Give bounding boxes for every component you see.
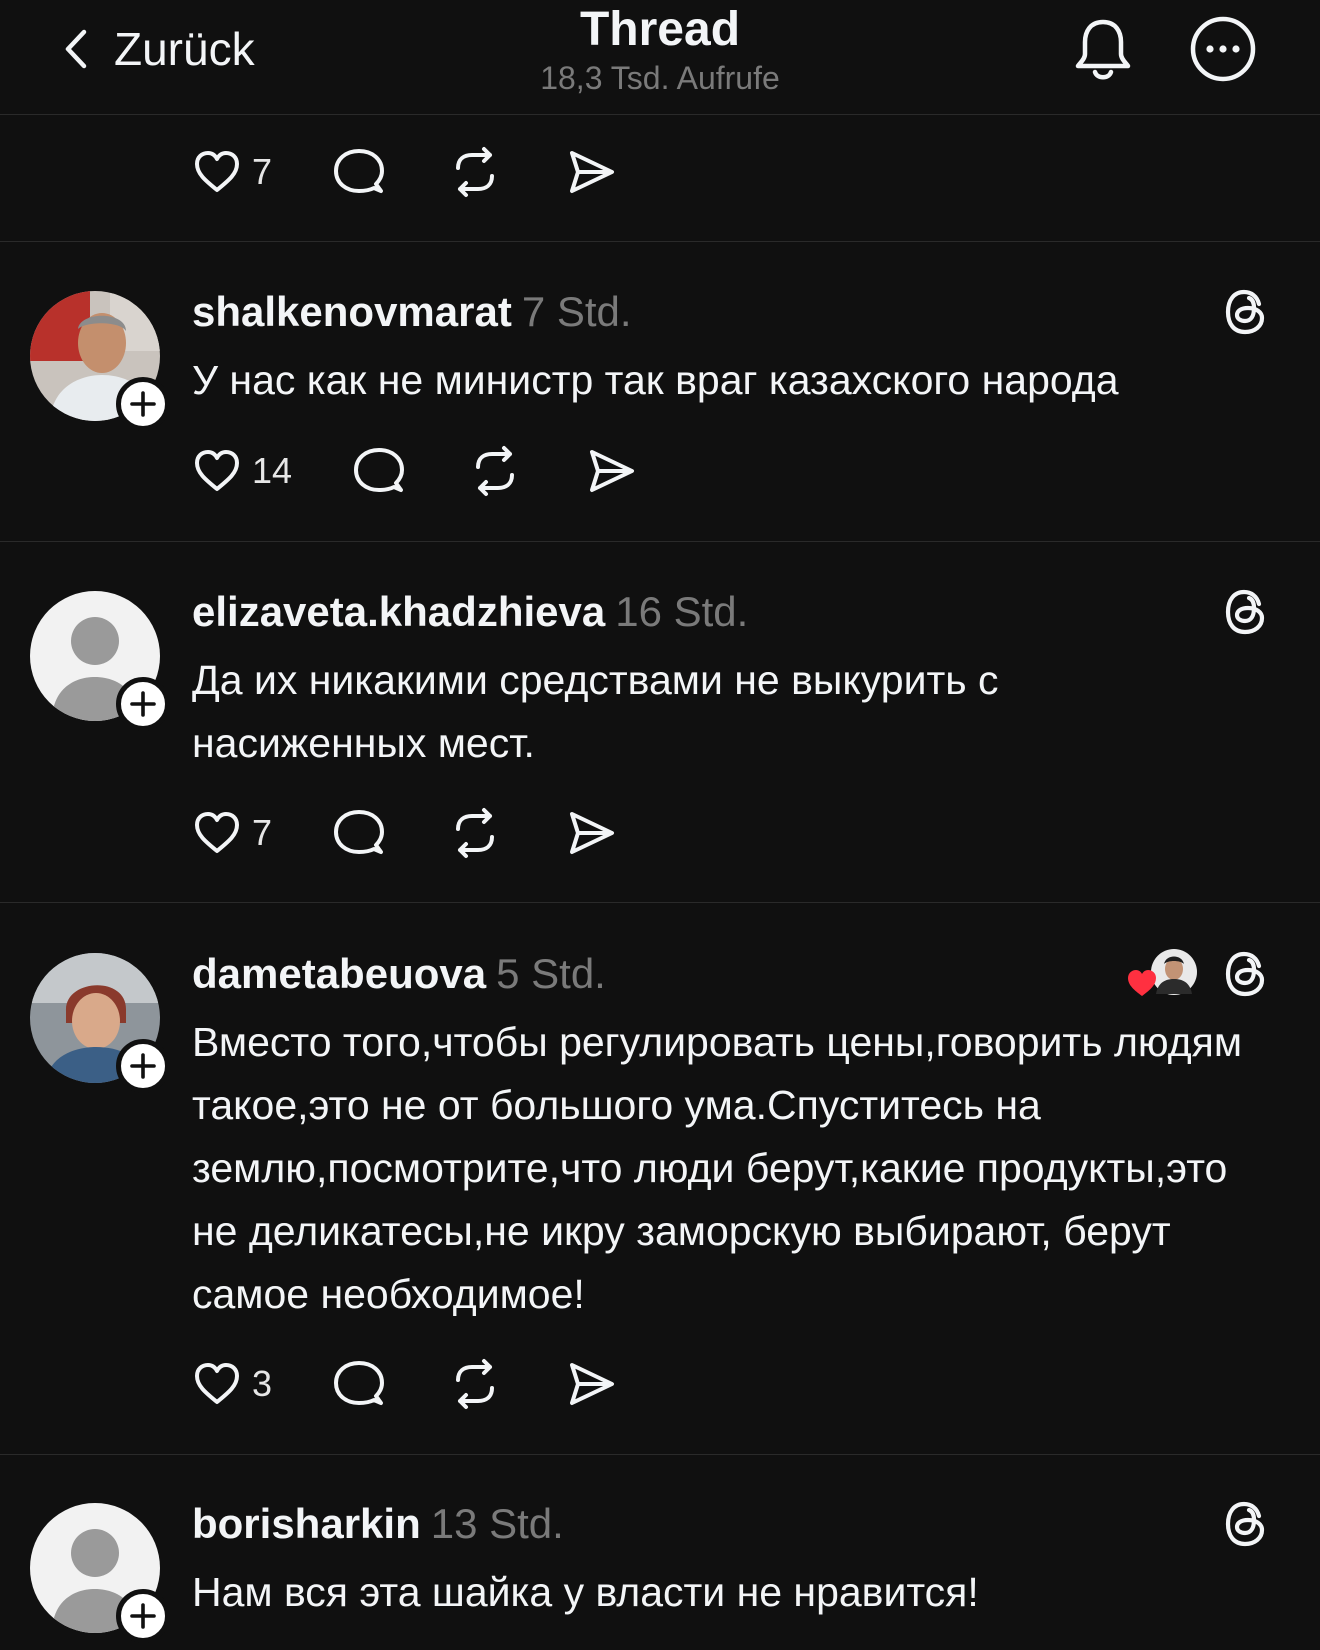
- like-button[interactable]: 7: [190, 806, 272, 860]
- speech-bubble-icon: [354, 448, 405, 492]
- reply-button[interactable]: [332, 145, 386, 199]
- timestamp: 5 Std.: [496, 950, 606, 997]
- username[interactable]: shalkenovmarat: [192, 288, 512, 335]
- repost-icon: [476, 446, 515, 496]
- username[interactable]: borisharkin: [192, 1500, 421, 1547]
- repost-button[interactable]: [468, 444, 522, 498]
- timestamp: 13 Std.: [430, 1500, 564, 1547]
- back-label: Zurück: [114, 23, 255, 75]
- timestamp: 7 Std.: [521, 288, 632, 335]
- bell-icon[interactable]: [1070, 14, 1136, 84]
- heart-icon: [195, 450, 239, 491]
- post-meta: elizaveta.khadzhieva 16 Std.: [192, 587, 748, 637]
- plus-icon: [130, 1053, 156, 1079]
- post-actions: 7: [190, 142, 618, 202]
- repost-button[interactable]: [448, 145, 502, 199]
- author-liked-badge: [1128, 949, 1197, 996]
- divider: [0, 541, 1320, 542]
- reply-button[interactable]: [332, 806, 386, 860]
- reply-button[interactable]: [352, 444, 406, 498]
- page-title: Thread: [579, 3, 741, 56]
- back-button[interactable]: Zurück: [58, 22, 255, 76]
- threads-logo-icon[interactable]: [1222, 948, 1270, 1000]
- like-count: 7: [252, 812, 273, 853]
- like-count: 14: [252, 450, 293, 491]
- repost-button[interactable]: [448, 806, 502, 860]
- share-button[interactable]: [564, 145, 618, 199]
- threads-logo-icon[interactable]: [1222, 586, 1270, 638]
- divider: [0, 1454, 1320, 1455]
- repost-icon: [456, 147, 495, 197]
- post-actions: 7: [190, 803, 618, 863]
- repost-button[interactable]: [448, 1357, 502, 1411]
- view-count: 18,3 Tsd. Aufrufe: [540, 60, 780, 96]
- post-meta: dametabeuova 5 Std.: [192, 949, 606, 999]
- repost-icon: [456, 1359, 495, 1409]
- title-block: Thread 18,3 Tsd. Aufrufe: [420, 4, 900, 97]
- heart-icon: [195, 812, 239, 853]
- timestamp: 16 Std.: [615, 588, 749, 635]
- follow-button[interactable]: [116, 1039, 170, 1093]
- post-text: Вместо того,чтобы регулировать цены,гово…: [192, 1019, 1243, 1317]
- post-meta: borisharkin 13 Std.: [192, 1499, 564, 1549]
- threads-logo-icon[interactable]: [1222, 1498, 1270, 1550]
- thread-header: Zurück Thread 18,3 Tsd. Aufrufe: [0, 0, 1320, 115]
- paper-plane-icon: [570, 1363, 615, 1405]
- speech-bubble-icon: [334, 149, 385, 193]
- post-actions: 3: [190, 1354, 618, 1414]
- plus-icon: [130, 391, 156, 417]
- paper-plane-icon: [570, 812, 615, 854]
- username[interactable]: elizaveta.khadzhieva: [192, 588, 605, 635]
- divider: [0, 902, 1320, 903]
- post-text: У нас как не министр так враг казахского…: [192, 357, 1119, 403]
- like-count: 7: [252, 151, 273, 192]
- speech-bubble-icon: [334, 1361, 385, 1405]
- like-count: 3: [252, 1363, 273, 1404]
- post-actions: 14: [190, 441, 638, 501]
- speech-bubble-icon: [334, 810, 385, 854]
- paper-plane-icon: [590, 450, 635, 492]
- username[interactable]: dametabeuova: [192, 950, 486, 997]
- paper-plane-icon: [570, 151, 615, 193]
- repost-icon: [456, 808, 495, 858]
- chevron-left-icon: [65, 29, 87, 69]
- follow-button[interactable]: [116, 677, 170, 731]
- like-button[interactable]: 7: [190, 145, 272, 199]
- follow-button[interactable]: [116, 1589, 170, 1643]
- heart-icon: [195, 1363, 239, 1404]
- post-meta: shalkenovmarat 7 Std.: [192, 287, 632, 337]
- divider: [0, 241, 1320, 242]
- more-horizontal-icon[interactable]: [1188, 14, 1258, 84]
- like-button[interactable]: 14: [190, 444, 292, 498]
- like-button[interactable]: 3: [190, 1357, 272, 1411]
- post-text: Нам вся эта шайка у власти не нравится!: [192, 1569, 979, 1615]
- plus-icon: [130, 691, 156, 717]
- threads-logo-icon[interactable]: [1222, 286, 1270, 338]
- plus-icon: [130, 1603, 156, 1629]
- follow-button[interactable]: [116, 377, 170, 431]
- post-text: Да их никакими средствами не выкурить с …: [192, 657, 999, 766]
- share-button[interactable]: [564, 1357, 618, 1411]
- reply-button[interactable]: [332, 1357, 386, 1411]
- heart-icon: [195, 151, 239, 192]
- share-button[interactable]: [584, 444, 638, 498]
- share-button[interactable]: [564, 806, 618, 860]
